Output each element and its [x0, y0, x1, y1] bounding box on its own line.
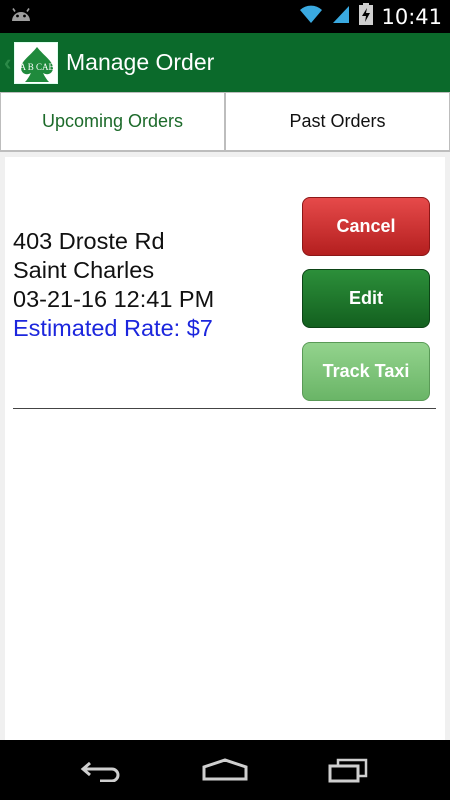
- order-datetime: 03-21-16 12:41 PM: [13, 286, 215, 312]
- system-nav-bar: [0, 740, 450, 800]
- order-divider: [13, 408, 436, 409]
- tab-upcoming-orders[interactable]: Upcoming Orders: [0, 92, 225, 151]
- edit-button[interactable]: Edit: [302, 269, 430, 328]
- recent-apps-icon[interactable]: [318, 750, 378, 790]
- svg-text:A B CAB: A B CAB: [19, 62, 54, 72]
- tab-past-orders[interactable]: Past Orders: [225, 92, 450, 151]
- track-taxi-button[interactable]: Track Taxi: [302, 342, 430, 401]
- battery-charging-icon: [359, 3, 374, 30]
- order-details: 403 Droste Rd Saint Charles 03-21-16 12:…: [13, 227, 214, 343]
- up-navigation-icon[interactable]: ‹: [4, 50, 12, 76]
- back-icon[interactable]: [72, 750, 132, 790]
- app-logo[interactable]: A B CAB: [14, 41, 58, 84]
- clock: 10:41: [381, 4, 442, 29]
- order-address: 403 Droste Rd: [13, 228, 165, 254]
- content-area: 403 Droste Rd Saint Charles 03-21-16 12:…: [0, 152, 450, 740]
- order-card: 403 Droste Rd Saint Charles 03-21-16 12:…: [5, 157, 445, 740]
- status-bar: 10:41: [0, 0, 450, 33]
- page-title: Manage Order: [66, 49, 215, 75]
- order-estimated-rate: Estimated Rate: $7: [13, 315, 213, 341]
- signal-icon: [331, 4, 351, 29]
- order-tabs: Upcoming Orders Past Orders: [0, 92, 450, 152]
- wifi-icon: [299, 4, 323, 29]
- android-icon: [10, 6, 32, 27]
- order-city: Saint Charles: [13, 257, 155, 283]
- home-icon[interactable]: [195, 750, 255, 790]
- cancel-button[interactable]: Cancel: [302, 197, 430, 256]
- action-bar: ‹ A B CAB Manage Order: [0, 33, 450, 92]
